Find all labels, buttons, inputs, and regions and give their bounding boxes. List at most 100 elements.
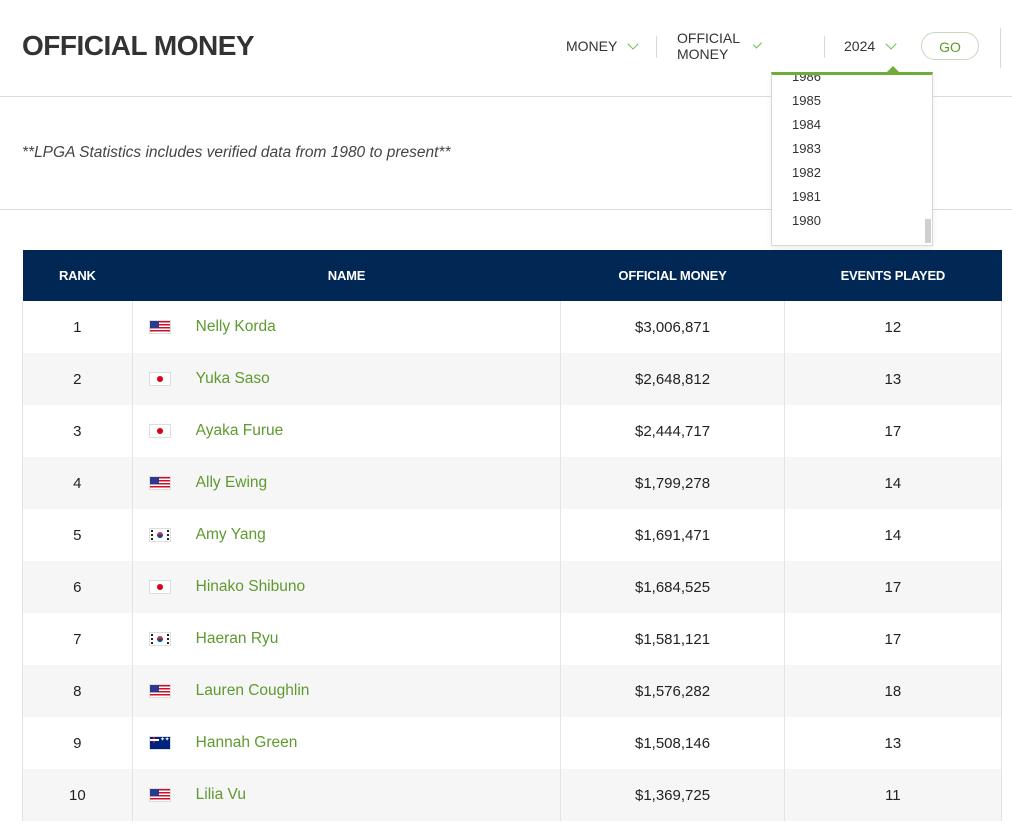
table-row: 2 Yuka Saso $2,648,812 13 (22, 353, 1003, 405)
column-header-rank[interactable]: RANK (23, 250, 133, 301)
player-name-wrap: Hannah Green (133, 734, 561, 752)
player-name-wrap: Amy Yang (133, 526, 561, 544)
official-money-cell: $3,006,871 (560, 301, 785, 353)
events-played-cell: 18 (784, 665, 1003, 717)
table-row: 4 Ally Ewing $1,799,278 14 (22, 457, 1003, 509)
events-played-cell: 13 (784, 353, 1003, 405)
events-played-cell: 11 (784, 769, 1003, 821)
player-name-wrap: Yuka Saso (133, 370, 561, 388)
events-played-cell: 17 (784, 613, 1003, 665)
chevron-down-icon (627, 37, 640, 50)
name-cell: Yuka Saso (132, 353, 562, 405)
japan-flag-icon (148, 580, 171, 594)
year-select-label: 2024 (844, 38, 876, 54)
table-header-row: RANK NAME OFFICIAL MONEY EVENTS PLAYED (22, 250, 1002, 301)
events-played-cell: 17 (784, 405, 1003, 457)
rank-cell: 1 (22, 301, 133, 353)
rank-cell: 4 (22, 457, 133, 509)
player-name-link[interactable]: Yuka Saso (196, 370, 270, 388)
us-flag-icon (148, 788, 171, 802)
chevron-down-icon (885, 37, 897, 50)
table-row: 9 Hannah Green $1,508,14613 (22, 717, 1003, 769)
page-title: OFFICIAL MONEY (22, 30, 255, 61)
table-row: 8 Lauren Coughlin $1,576,282 18 (22, 665, 1003, 717)
column-header-name[interactable]: NAME (132, 250, 561, 301)
name-cell: Hinako Shibuno (132, 561, 562, 613)
dropdown-caret-icon (886, 66, 900, 73)
money-leaders-table: RANK NAME OFFICIAL MONEY EVENTS PLAYED 1… (22, 250, 1003, 821)
player-name-wrap: Lauren Coughlin (133, 682, 561, 700)
player-name-link[interactable]: Ally Ewing (196, 474, 268, 492)
player-name-wrap: Nelly Korda (133, 318, 561, 336)
name-cell: Nelly Korda (132, 301, 562, 353)
player-name-wrap: Ayaka Furue (133, 422, 561, 440)
year-option-1984[interactable]: 1984 (772, 113, 922, 137)
dropdown-scrollbar[interactable] (925, 219, 931, 243)
player-name-wrap: Haeran Ryu (133, 630, 561, 648)
rank-cell: 5 (22, 509, 133, 561)
us-flag-icon (148, 320, 171, 334)
stat-type-label: OFFICIAL MONEY (677, 30, 740, 62)
official-money-cell: $1,576,282 (560, 665, 785, 717)
year-option-1985[interactable]: 1985 (772, 89, 922, 113)
korea-flag-icon (148, 632, 171, 646)
rank-cell: 7 (22, 613, 133, 665)
player-name-link[interactable]: Hannah Green (196, 734, 298, 752)
rank-cell: 2 (22, 353, 133, 405)
official-money-cell: $1,581,121 (560, 613, 785, 665)
player-name-link[interactable]: Lilia Vu (196, 786, 246, 804)
events-played-cell: 17 (784, 561, 1003, 613)
name-cell: Hannah Green (132, 717, 562, 769)
official-money-cell: $2,444,717 (560, 405, 785, 457)
name-cell: Lilia Vu (132, 769, 562, 821)
name-cell: Ally Ewing (132, 457, 562, 509)
year-options-list: 1986 1985 1984 1983 1982 1981 1980 (772, 75, 922, 233)
header-divider (1000, 28, 1001, 68)
stat-type-select[interactable]: OFFICIAL MONEY (677, 30, 762, 62)
year-dropdown-menu[interactable]: 1986 1985 1984 1983 1982 1981 1980 (771, 72, 933, 246)
year-option-1980[interactable]: 1980 (772, 209, 922, 233)
table-row: 5 Amy Yang $1,691,471 14 (22, 509, 1003, 561)
filter-divider (656, 36, 657, 58)
column-header-events-played[interactable]: EVENTS PLAYED (784, 250, 1001, 301)
player-name-link[interactable]: Lauren Coughlin (196, 682, 310, 700)
player-name-wrap: Lilia Vu (133, 786, 561, 804)
name-cell: Lauren Coughlin (132, 665, 562, 717)
official-money-cell: $1,369,725 (560, 769, 785, 821)
rank-cell: 6 (22, 561, 133, 613)
rank-cell: 9 (22, 717, 133, 769)
player-name-wrap: Ally Ewing (133, 474, 561, 492)
year-option-1986[interactable]: 1986 (772, 75, 922, 89)
year-select[interactable]: 2024 (844, 32, 897, 60)
events-played-cell: 12 (784, 301, 1003, 353)
stat-category-label: MONEY (566, 38, 618, 54)
player-name-link[interactable]: Haeran Ryu (196, 630, 279, 648)
year-option-1981[interactable]: 1981 (772, 185, 922, 209)
rank-cell: 8 (22, 665, 133, 717)
go-button[interactable]: GO (921, 32, 979, 60)
australia-flag-icon (148, 736, 171, 750)
events-played-cell: 14 (784, 509, 1003, 561)
table-row: 1 Nelly Korda $3,006,871 12 (22, 301, 1003, 353)
events-played-cell: 13 (784, 717, 1003, 769)
japan-flag-icon (148, 424, 171, 438)
us-flag-icon (148, 684, 171, 698)
official-money-cell: $1,684,525 (560, 561, 785, 613)
year-option-1982[interactable]: 1982 (772, 161, 922, 185)
stat-category-select[interactable]: MONEY (566, 32, 640, 60)
table-row: 6 Hinako Shibuno $1,684,525 17 (22, 561, 1003, 613)
player-name-wrap: Hinako Shibuno (133, 578, 561, 596)
player-name-link[interactable]: Nelly Korda (196, 318, 276, 336)
player-name-link[interactable]: Amy Yang (196, 526, 266, 544)
us-flag-icon (148, 476, 171, 490)
official-money-cell: $2,648,812 (560, 353, 785, 405)
official-money-cell: $1,508,146 (560, 717, 785, 769)
table-row: 10 Lilia Vu $1,369,725 11 (22, 769, 1003, 821)
year-option-1983[interactable]: 1983 (772, 137, 922, 161)
table-body: 1 Nelly Korda $3,006,871 12 2 Yuka Saso $2,648… (22, 301, 1003, 821)
player-name-link[interactable]: Ayaka Furue (196, 422, 284, 440)
official-money-cell: $1,799,278 (560, 457, 785, 509)
name-cell: Haeran Ryu (132, 613, 562, 665)
column-header-official-money[interactable]: OFFICIAL MONEY (561, 250, 784, 301)
player-name-link[interactable]: Hinako Shibuno (196, 578, 305, 596)
